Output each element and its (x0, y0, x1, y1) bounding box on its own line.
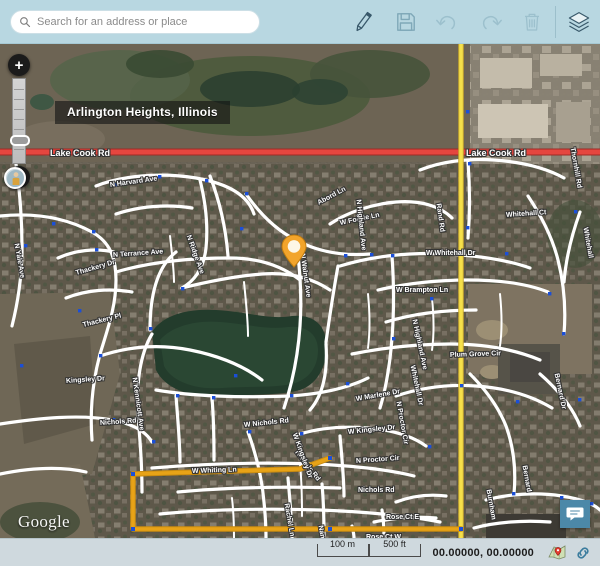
undo-button[interactable] (427, 0, 469, 44)
google-attribution: Google (18, 512, 70, 531)
coordinates-readout: 00.00000, 00.00000 (432, 546, 534, 559)
map-canvas[interactable]: Lake Cook Rd Lake Cook Rd N Harvard Ave N T… (0, 44, 600, 538)
edit-pencil-icon (356, 11, 372, 32)
link-chain-icon[interactable] (574, 544, 592, 562)
search-box[interactable] (10, 10, 260, 34)
map-marker[interactable] (281, 234, 307, 268)
undo-icon (436, 15, 456, 30)
zoom-slider-track[interactable] (10, 78, 30, 164)
delete-button[interactable] (511, 0, 553, 44)
search-input[interactable] (37, 16, 251, 28)
redo-icon (482, 15, 502, 30)
search-icon (20, 17, 31, 28)
scale-metric-label: 100 m (328, 539, 358, 549)
zoom-slider-thumb[interactable] (10, 135, 30, 146)
toolbar-actions (343, 0, 600, 44)
street-view-pegman[interactable] (4, 167, 26, 189)
zoom-in-label: + (14, 56, 24, 74)
zoom-in-button[interactable]: + (8, 54, 30, 76)
scale-metric: 100 m (316, 539, 369, 557)
layers-button[interactable] (558, 0, 600, 44)
top-toolbar (0, 0, 600, 44)
redo-button[interactable] (469, 0, 511, 44)
edit-pencil-button[interactable] (343, 0, 385, 44)
place-label: Arlington Heights, Illinois (55, 101, 230, 124)
speech-bubble-icon (566, 507, 584, 521)
delete-trash-icon (525, 13, 539, 31)
scale-imperial: 500 ft (368, 539, 421, 557)
scale-bar: 100 m 500 ft (316, 539, 421, 557)
toolbar-divider (555, 6, 556, 38)
save-icon (397, 13, 415, 31)
map-application: Lake Cook RdLake Cook RdN Harvard AveN T… (0, 0, 600, 566)
feedback-chat-button[interactable] (560, 500, 590, 528)
map-pin-icon[interactable] (548, 544, 566, 562)
scale-imperial-label: 500 ft (381, 539, 408, 549)
status-bar: 100 m 500 ft 00.00000, 00.00000 (0, 538, 600, 566)
save-button[interactable] (385, 0, 427, 44)
layers-icon (568, 12, 590, 32)
